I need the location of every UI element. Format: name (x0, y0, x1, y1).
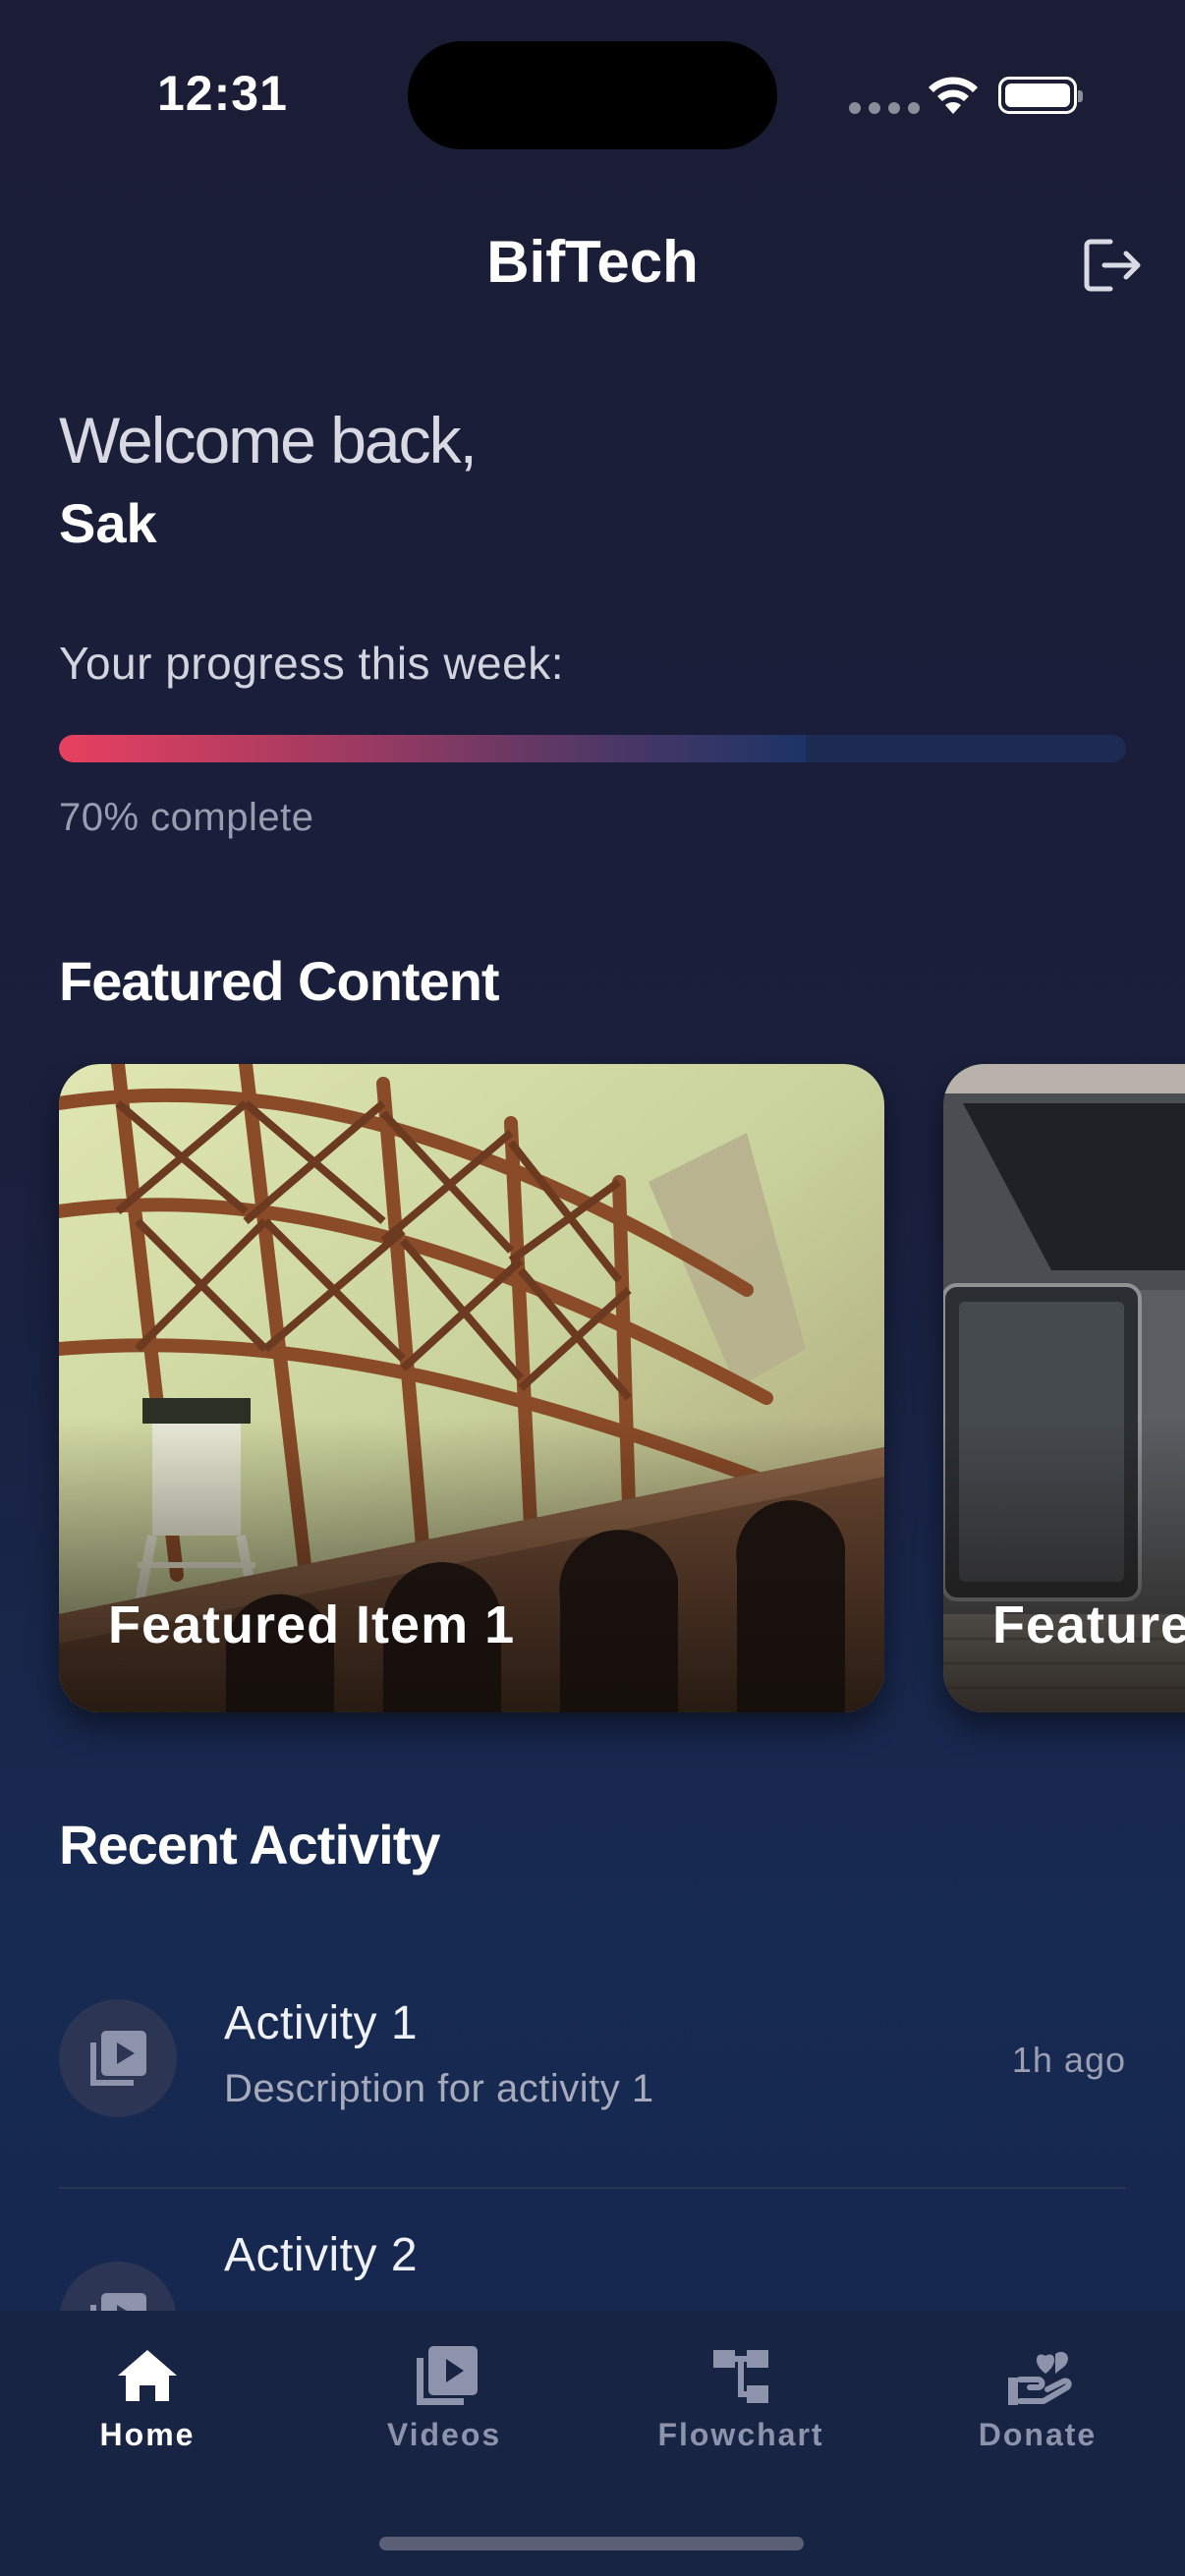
activity-item[interactable]: Activity 2 (0, 2228, 1185, 2311)
progress-bar (59, 735, 1126, 762)
wifi-icon (929, 77, 978, 114)
featured-card-1[interactable]: Featured Item 1 (59, 1064, 884, 1712)
tab-label: Flowchart (657, 2417, 824, 2452)
list-divider (59, 2187, 1126, 2189)
progress-label: Your progress this week: (59, 638, 565, 689)
activity-title: Activity 1 (224, 1997, 419, 2049)
recent-activity-heading: Recent Activity (59, 1814, 440, 1876)
home-indicator (379, 2537, 804, 2550)
tab-label: Videos (386, 2417, 502, 2452)
donate-icon (1008, 2351, 1072, 2405)
video-library-icon (90, 2031, 146, 2086)
activity-description: Description for activity 1 (224, 2067, 654, 2110)
activity-title: Activity 2 (224, 2229, 419, 2281)
battery-icon (998, 77, 1083, 114)
dynamic-island (408, 41, 777, 149)
cellular-signal-icon (849, 102, 920, 114)
tab-flowchart[interactable]: Flowchart (643, 2336, 839, 2453)
featured-card-title: Featured Item 1 (108, 1596, 516, 1654)
featured-heading: Featured Content (59, 950, 500, 1012)
progress-bar-fill (59, 735, 807, 762)
logout-icon[interactable] (1081, 236, 1146, 295)
username: Sak (59, 492, 157, 554)
home-icon (118, 2350, 177, 2401)
card-overlay (943, 1418, 1185, 1712)
activity-icon-container (59, 2262, 177, 2311)
tab-label: Donate (978, 2417, 1098, 2452)
tab-videos[interactable]: Videos (346, 2336, 542, 2453)
tab-label: Home (99, 2417, 196, 2452)
progress-status: 70% complete (59, 796, 314, 839)
video-library-icon (90, 2293, 146, 2311)
activity-icon-container (59, 1999, 177, 2117)
status-time: 12:31 (157, 66, 288, 121)
activity-time: 1h ago (1011, 2040, 1126, 2080)
tab-home[interactable]: Home (49, 2336, 246, 2453)
welcome-greeting: Welcome back, (59, 404, 478, 476)
flowchart-icon (713, 2350, 768, 2403)
tab-donate[interactable]: Donate (939, 2336, 1136, 2453)
activity-item[interactable]: Activity 1 Description for activity 1 1h… (0, 1965, 1185, 2161)
featured-card-2[interactable]: Featured Item 2 (943, 1064, 1185, 1712)
videos-icon (417, 2346, 478, 2405)
card-overlay (59, 1418, 884, 1712)
app-title: BifTech (486, 229, 699, 295)
featured-card-title: Featured Item 2 (992, 1596, 1185, 1654)
